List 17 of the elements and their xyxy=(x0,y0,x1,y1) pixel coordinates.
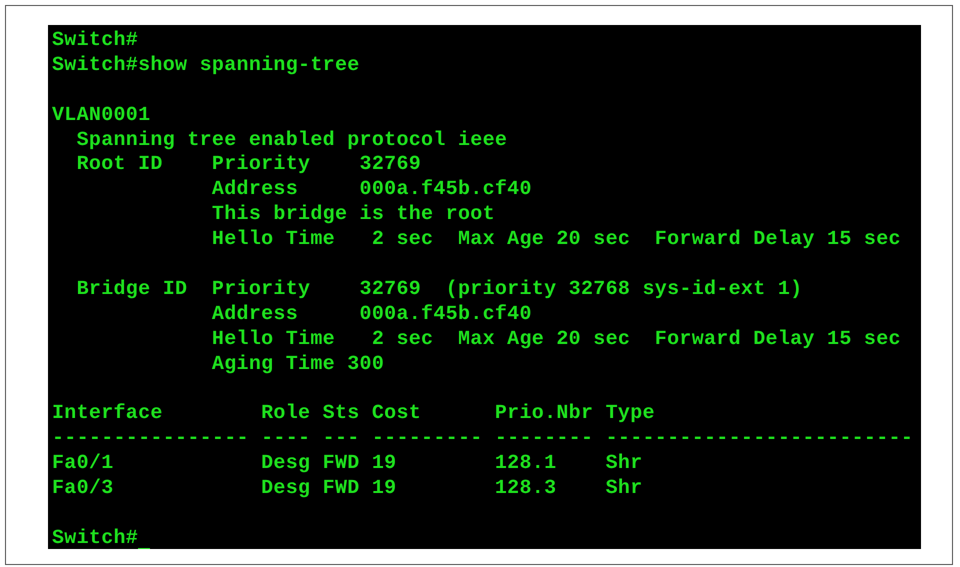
terminal-line: This bridge is the root xyxy=(210,203,496,228)
terminal-line: Switch#show spanning-tree xyxy=(52,54,361,79)
terminal-line: ---------------- ---- --- --------- -------- ------------------------- xyxy=(52,427,914,452)
terminal-line: Aging Time 300 xyxy=(210,352,386,378)
terminal-line: Address 000a.f45b.cf40 xyxy=(210,302,533,328)
terminal-line: Interface Role Sts Cost Prio.Nbr Type xyxy=(52,402,656,428)
terminal-line: Hello Time 2 sec Max Age 20 sec Forward Delay 15 sec xyxy=(210,328,902,353)
terminal-line: Fa0/1 Desg FWD 19 128.1 Shr xyxy=(52,452,644,478)
command-prompt: Switch# xyxy=(52,526,138,549)
terminal-line: Hello Time 2 sec Max Age 20 sec Forward Delay 15 sec xyxy=(210,228,902,254)
terminal-line: Spanning tree enabled protocol ieee xyxy=(76,128,508,154)
terminal-line: Address 000a.f45b.cf40 xyxy=(210,178,533,204)
terminal-line: Switch# xyxy=(52,29,140,54)
terminal-line: VLAN0001 xyxy=(52,104,152,129)
terminal-line: Fa0/3 Desg FWD 19 128.3 Shr xyxy=(52,477,644,502)
terminal-line: Bridge ID Priority 32769 (priority 32768 sys-id-ext 1) xyxy=(76,278,804,303)
terminal-line: Root ID Priority 32769 xyxy=(76,153,422,178)
